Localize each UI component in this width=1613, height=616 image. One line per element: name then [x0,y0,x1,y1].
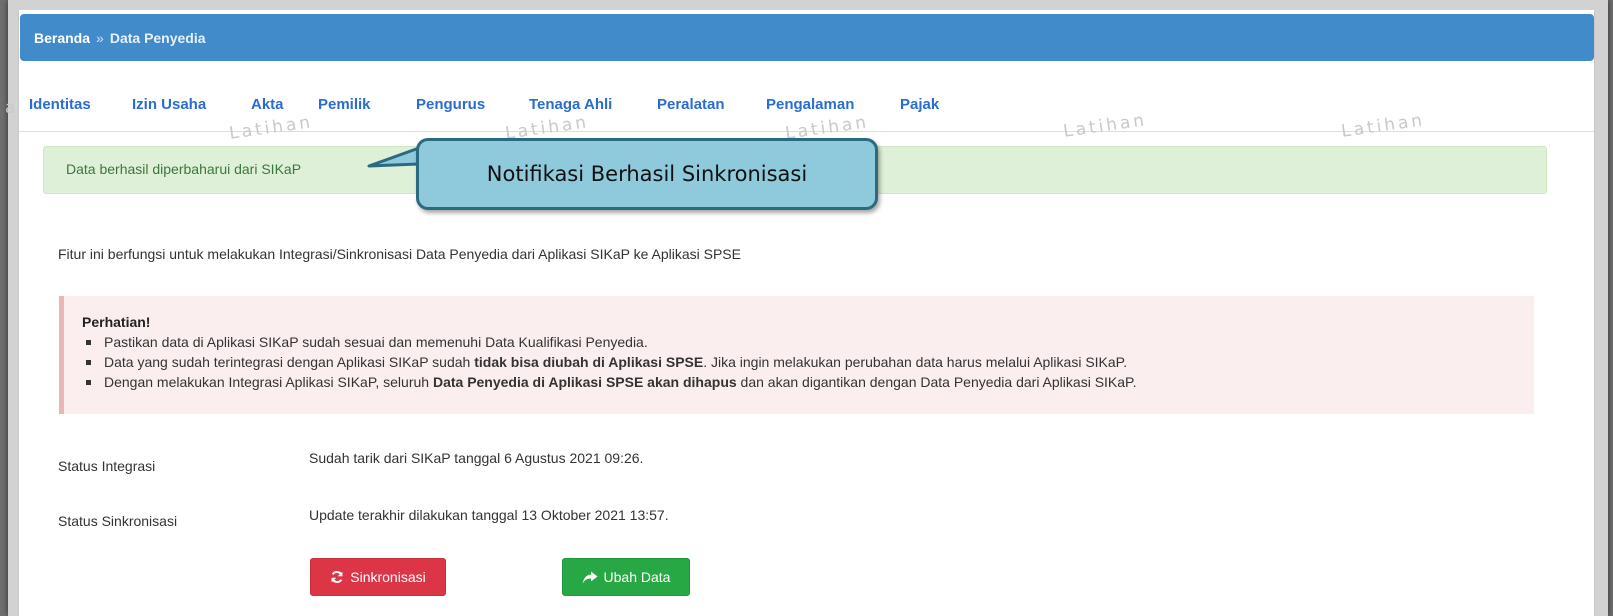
warning-box: Perhatian! Pastikan data di Aplikasi SIK… [59,296,1534,414]
tab-pemilik[interactable]: Pemilik [318,96,371,113]
warning-item-text: Dengan melakukan Integrasi Aplikasi SIKa… [104,374,433,390]
tab-pengurus[interactable]: Pengurus [416,96,485,113]
warning-item-text: . Jika ingin melakukan perubahan data ha… [703,354,1128,370]
sinkronisasi-button[interactable]: Sinkronisasi [310,558,446,596]
sinkronisasi-button-label: Sinkronisasi [350,569,426,585]
breadcrumb-home-link[interactable]: Beranda [34,30,90,46]
page-container: Beranda » Data Penyedia a Latihan Latiha… [5,10,1595,616]
tab-peralatan[interactable]: Peralatan [657,96,725,113]
success-alert-message: Data berhasil diperbaharui dari SIKaP [66,161,302,177]
tab-akta[interactable]: Akta [251,96,284,113]
warning-title: Perhatian! [82,314,151,330]
annotation-callout-text: Notifikasi Berhasil Sinkronisasi [486,162,808,186]
share-arrow-icon [582,571,598,583]
refresh-icon [331,571,343,583]
tab-pengalaman[interactable]: Pengalaman [766,96,854,113]
warning-item-text: dan akan digantikan dengan Data Penyedia… [736,374,1137,390]
watermark: Latihan [228,112,315,144]
tab-bar: a Latihan Latihan Latihan Latihan Latiha… [5,82,1594,144]
breadcrumb-current: Data Penyedia [109,29,206,46]
annotation-callout: Notifikasi Berhasil Sinkronisasi [416,138,878,210]
tab-tenaga-ahli[interactable]: Tenaga Ahli [529,96,612,113]
tab-pajak[interactable]: Pajak [900,96,939,113]
ubah-data-button[interactable]: Ubah Data [562,558,690,596]
tab-identitas[interactable]: Identitas [29,96,91,113]
feature-description: Fitur ini berfungsi untuk melakukan Inte… [58,246,741,262]
warning-item-emphasis: Data Penyedia di Aplikasi SPSE akan diha… [432,374,737,390]
breadcrumb: Beranda » Data Penyedia [20,14,1594,61]
ubah-data-button-label: Ubah Data [603,569,671,585]
warning-item-text: Data yang sudah terintegrasi dengan Apli… [104,354,475,370]
status-integrasi-value: Sudah tarik dari SIKaP tanggal 6 Agustus… [309,450,644,466]
tab-izin-usaha[interactable]: Izin Usaha [132,96,206,113]
breadcrumb-separator: » [96,29,104,46]
warning-item: Dengan melakukan Integrasi Aplikasi SIKa… [82,372,1534,392]
watermark: Latihan [1062,110,1149,142]
watermark: Latihan [1340,110,1427,142]
warning-item: Pastikan data di Aplikasi SIKaP sudah se… [82,332,1534,352]
status-sinkronisasi-value: Update terakhir dilakukan tanggal 13 Okt… [309,507,669,523]
status-sinkronisasi-label: Status Sinkronisasi [58,513,178,529]
warning-item: Data yang sudah terintegrasi dengan Apli… [82,352,1534,372]
warning-item-emphasis: tidak bisa diubah di Aplikasi SPSE [474,354,704,370]
warning-item-text: Pastikan data di Aplikasi SIKaP sudah se… [104,334,648,350]
status-integrasi-label: Status Integrasi [58,458,156,474]
warning-list: Pastikan data di Aplikasi SIKaP sudah se… [82,332,1534,392]
